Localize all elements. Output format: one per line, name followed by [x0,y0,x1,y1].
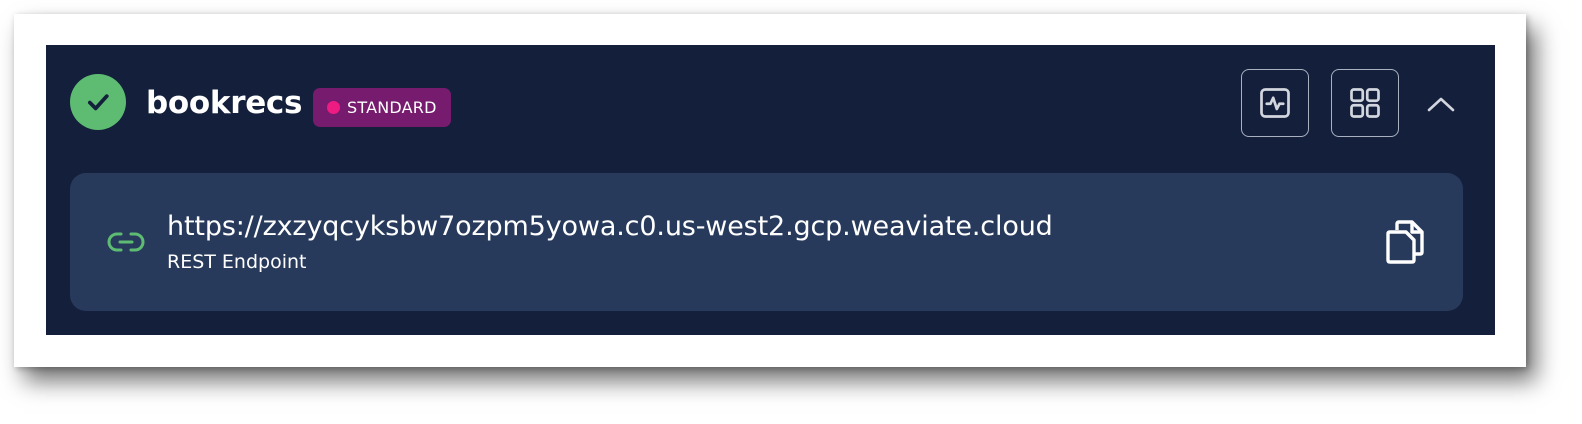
tier-dot-icon [327,101,340,114]
cluster-status-indicator [70,74,126,130]
check-icon [87,94,109,111]
endpoint-url[interactable]: https://zxzyqcyksbw7ozpm5yowa.c0.us-west… [167,210,1053,244]
rest-endpoint-panel: https://zxzyqcyksbw7ozpm5yowa.c0.us-west… [70,173,1463,311]
copy-endpoint-button[interactable] [1380,217,1430,267]
link-icon [107,232,145,252]
cluster-name: bookrecs [146,85,303,121]
collapse-button[interactable] [1424,89,1458,119]
dashboard-button[interactable] [1331,69,1399,137]
chevron-up-icon [1427,97,1455,112]
endpoint-label: REST Endpoint [167,251,307,273]
cluster-card: bookrecs STANDARD https://zxzyqcyksbw7oz… [46,45,1495,335]
screenshot-frame: bookrecs STANDARD https://zxzyqcyksbw7oz… [14,14,1526,367]
copy-icon [1386,220,1424,264]
metrics-button[interactable] [1241,69,1309,137]
activity-icon [1260,88,1290,118]
grid-icon [1350,88,1380,118]
tier-badge: STANDARD [313,88,451,127]
tier-badge-label: STANDARD [347,98,437,117]
